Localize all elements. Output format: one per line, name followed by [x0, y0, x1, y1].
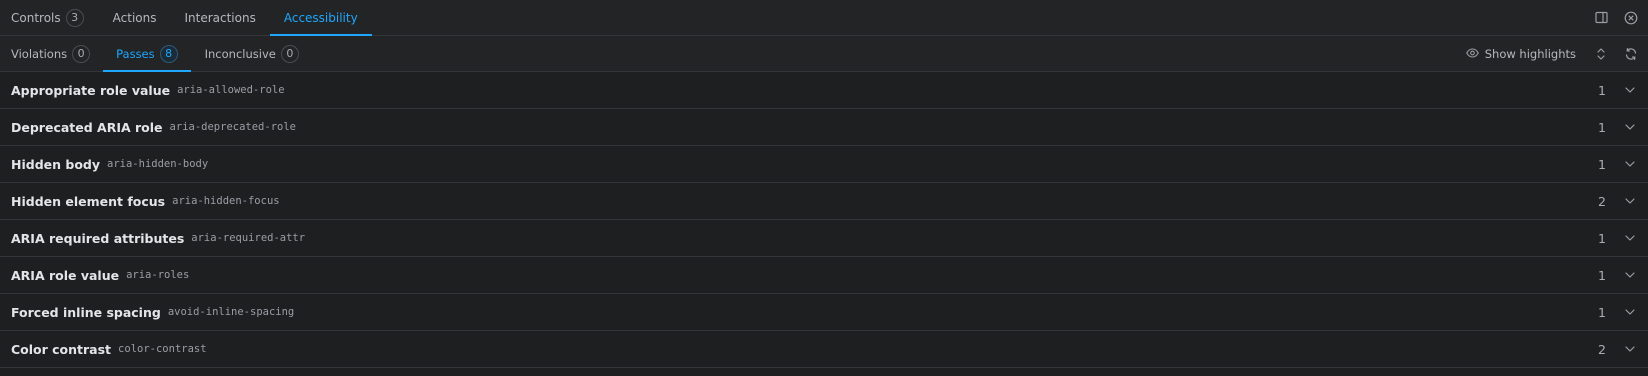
rule-title: ARIA role value	[11, 267, 120, 283]
tab-label: Controls	[11, 10, 61, 25]
rule-title: Hidden body	[11, 156, 101, 172]
tab-label: Actions	[112, 10, 157, 25]
rule-id: aria-deprecated-role	[169, 121, 296, 133]
rerun-icon[interactable]	[1616, 39, 1646, 69]
rule-id: aria-hidden-body	[107, 158, 209, 170]
eye-icon	[1465, 47, 1479, 61]
rule-count: 2	[1598, 341, 1606, 357]
result-tools: Show highlights	[1465, 36, 1648, 71]
count-badge: 0	[72, 44, 91, 63]
rule-title: Forced inline spacing	[11, 304, 161, 320]
tab-actions[interactable]: Actions	[96, 0, 169, 35]
rule-row[interactable]: Appropriate role value aria-allowed-role…	[0, 72, 1648, 109]
count-badge: 3	[65, 8, 84, 27]
rule-count: 1	[1598, 267, 1606, 283]
rule-count: 1	[1598, 156, 1606, 172]
rule-row[interactable]: ARIA required attributes aria-required-a…	[0, 220, 1648, 257]
count-badge: 8	[159, 44, 178, 63]
rule-row[interactable]: Hidden body aria-hidden-body 1	[0, 146, 1648, 183]
tab-label: Accessibility	[283, 10, 358, 25]
rule-id: aria-required-attr	[191, 232, 306, 244]
addon-tab-bar: Controls 3 Actions Interactions Accessib…	[0, 0, 1648, 36]
passes-list: Appropriate role value aria-allowed-role…	[0, 72, 1648, 368]
chevron-down-icon[interactable]	[1622, 230, 1638, 246]
rule-count: 1	[1598, 304, 1606, 320]
rule-id: aria-roles	[126, 269, 190, 281]
expand-collapse-icon[interactable]	[1586, 39, 1616, 69]
panel-tools	[1586, 0, 1648, 35]
tab-label: Interactions	[184, 10, 256, 25]
rule-count: 1	[1598, 119, 1606, 135]
rule-id: aria-allowed-role	[177, 84, 285, 96]
chevron-down-icon[interactable]	[1622, 304, 1638, 320]
rule-title: Deprecated ARIA role	[11, 119, 163, 135]
rule-title: ARIA required attributes	[11, 230, 185, 246]
rule-id: aria-hidden-focus	[172, 195, 280, 207]
count-badge: 0	[280, 44, 299, 63]
rule-row[interactable]: Forced inline spacing avoid-inline-spaci…	[0, 294, 1648, 331]
rule-id: avoid-inline-spacing	[167, 306, 295, 318]
rule-count: 1	[1598, 230, 1606, 246]
chevron-down-icon[interactable]	[1622, 341, 1638, 357]
accessibility-result-tabs: Violations 0 Passes 8 Inconclusive 0 Sho…	[0, 36, 1648, 72]
tab-interactions[interactable]: Interactions	[168, 0, 267, 35]
sidebar-toggle-icon[interactable]	[1586, 3, 1616, 33]
tab-label: Passes	[116, 46, 155, 61]
close-circle-icon[interactable]	[1616, 3, 1646, 33]
rule-title: Appropriate role value	[11, 82, 171, 98]
show-highlights-label: Show highlights	[1484, 46, 1576, 61]
rule-count: 1	[1598, 82, 1606, 98]
tab-label: Violations	[11, 46, 68, 61]
tab-controls[interactable]: Controls 3	[0, 0, 96, 35]
chevron-down-icon[interactable]	[1622, 119, 1638, 135]
rule-row[interactable]: Hidden element focus aria-hidden-focus 2	[0, 183, 1648, 220]
tab-passes[interactable]: Passes 8	[103, 36, 191, 72]
rule-row[interactable]: Deprecated ARIA role aria-deprecated-rol…	[0, 109, 1648, 146]
rule-count: 2	[1598, 193, 1606, 209]
chevron-down-icon[interactable]	[1622, 267, 1638, 283]
tab-inconclusive[interactable]: Inconclusive 0	[191, 36, 311, 71]
chevron-down-icon[interactable]	[1622, 82, 1638, 98]
tab-label: Inconclusive	[204, 46, 276, 61]
rule-id: color-contrast	[118, 343, 207, 355]
rule-row[interactable]: ARIA role value aria-roles 1	[0, 257, 1648, 294]
tab-accessibility[interactable]: Accessibility	[269, 0, 372, 36]
show-highlights-toggle[interactable]: Show highlights	[1465, 46, 1576, 61]
rule-title: Hidden element focus	[11, 193, 166, 209]
rule-title: Color contrast	[11, 341, 112, 357]
rule-row[interactable]: Color contrast color-contrast 2	[0, 331, 1648, 368]
tab-violations[interactable]: Violations 0	[0, 36, 103, 71]
chevron-down-icon[interactable]	[1622, 156, 1638, 172]
chevron-down-icon[interactable]	[1622, 193, 1638, 209]
